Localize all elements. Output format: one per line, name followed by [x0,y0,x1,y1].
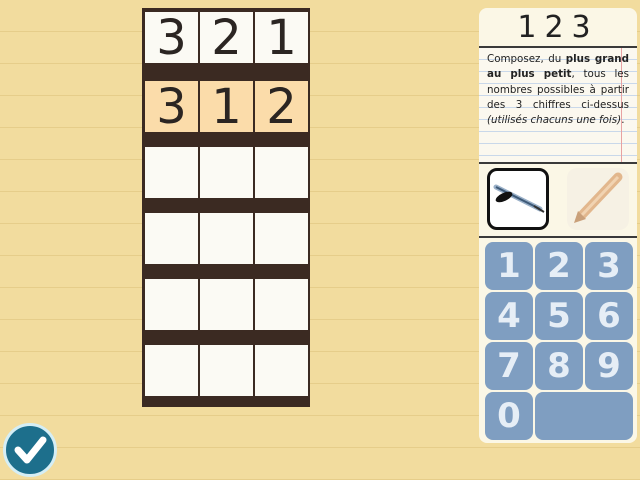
grid-cell[interactable]: 2 [255,81,308,132]
key-5[interactable]: 5 [535,292,583,340]
blank-key [535,392,633,440]
grid-cell[interactable] [200,213,253,264]
grid-cell[interactable]: 3 [145,12,198,63]
grid-cell[interactable] [200,147,253,198]
key-3[interactable]: 3 [585,242,633,290]
side-panel: 123 Composez, du plus grand au plus peti… [479,8,637,443]
instructions-part: Composez, du [487,53,566,65]
grid-cell[interactable] [145,213,198,264]
grid-cell[interactable]: 1 [200,81,253,132]
grid-cell[interactable] [200,345,253,396]
grid-cell[interactable] [255,213,308,264]
grid-cell[interactable] [145,279,198,330]
pen-tool-button[interactable] [487,168,549,230]
digits-display: 123 [517,9,599,45]
grid-cell[interactable] [145,345,198,396]
grid-cell[interactable]: 3 [145,81,198,132]
number-keypad: 1 2 3 4 5 6 7 8 9 0 [479,238,637,443]
key-2[interactable]: 2 [535,242,583,290]
key-1[interactable]: 1 [485,242,533,290]
grid-cell[interactable] [255,345,308,396]
instructions-part: . [621,114,625,127]
pencil-icon [574,172,623,223]
pen-icon [493,184,545,213]
instructions-text: Composez, du plus grand au plus petit, t… [487,52,629,128]
grid-cell[interactable] [200,279,253,330]
validate-button[interactable] [3,423,57,477]
grid-cell[interactable]: 2 [200,12,253,63]
pencil-tool-button[interactable] [567,168,629,230]
key-4[interactable]: 4 [485,292,533,340]
instructions-italic: (utilisés chacuns une fois) [487,114,622,127]
instructions-box: Composez, du plus grand au plus petit, t… [479,48,637,162]
checkmark-icon [14,436,47,464]
key-7[interactable]: 7 [485,342,533,390]
key-8[interactable]: 8 [535,342,583,390]
grid-cell[interactable]: 1 [255,12,308,63]
tool-selector [479,164,637,236]
number-grid: 3 2 1 3 1 2 [142,8,310,407]
grid-cell[interactable] [255,279,308,330]
grid-cell[interactable] [145,147,198,198]
grid-cell[interactable] [255,147,308,198]
key-6[interactable]: 6 [585,292,633,340]
key-9[interactable]: 9 [585,342,633,390]
key-0[interactable]: 0 [485,392,533,440]
